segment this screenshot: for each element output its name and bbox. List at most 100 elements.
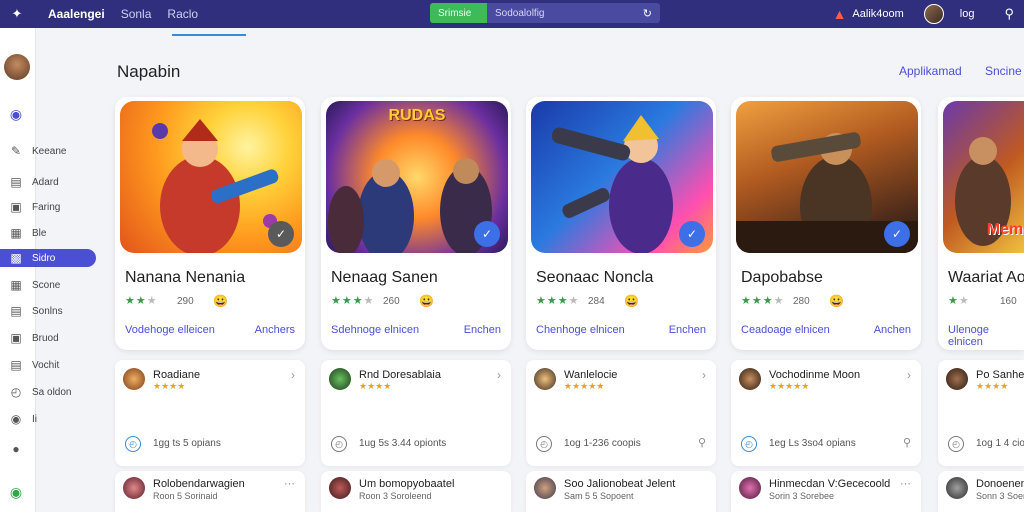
avatar[interactable] <box>534 477 556 499</box>
sidebar-item-9[interactable]: Vochit <box>32 360 59 371</box>
avatar[interactable] <box>739 368 761 390</box>
game-category[interactable]: Chenhoge elnicen <box>536 324 625 336</box>
review-name[interactable]: Hinmecdan V:Gececoold <box>769 478 890 490</box>
avatar[interactable] <box>534 368 556 390</box>
clock-icon: ◴ <box>331 436 347 452</box>
review-name[interactable]: Um bomopyobaatel <box>359 478 454 490</box>
game-action[interactable]: Anchen <box>874 324 911 336</box>
chevron-right-icon[interactable]: › <box>907 368 911 382</box>
logo-icon[interactable]: ✦ <box>0 0 34 28</box>
game-card[interactable]: ✓ Seonaac Noncla ★★★★ 284 😀 Chenhoge eln… <box>526 97 716 350</box>
link-sncine[interactable]: Sncine <box>985 64 1022 78</box>
clock-icon: ◴ <box>741 436 757 452</box>
login-link[interactable]: log <box>960 8 975 20</box>
avatar[interactable] <box>946 477 968 499</box>
link-applikamad[interactable]: Applikamad <box>899 64 962 78</box>
game-card[interactable]: ✓ Dapobabse ★★★★ 280 😀 Ceadoage elnicen … <box>731 97 921 350</box>
profile-card[interactable]: Po Sanhe ★★★★ ◴ 1og 1 4 cions <box>938 360 1024 466</box>
review-card[interactable]: Um bomopyobaatel Roon 3 Soroleend <box>321 471 511 512</box>
more-icon[interactable]: ⋯ <box>900 477 911 490</box>
smile-icon: 😀 <box>419 294 434 308</box>
game-card[interactable]: Mem Waariat Aoo ★★ 160 Ulenoge elnicen <box>938 97 1024 350</box>
refresh-icon[interactable]: ↻ <box>643 7 652 20</box>
sidebar-item-6[interactable]: Scone <box>32 280 60 291</box>
avatar[interactable] <box>946 368 968 390</box>
whatsapp-icon[interactable]: ◉ <box>8 484 24 500</box>
chevron-right-icon[interactable]: › <box>291 368 295 382</box>
profile-card[interactable]: Roadiane ★★★★ › ◴ 1gg ts 5 opians <box>115 360 305 466</box>
sidebar-item-10[interactable]: Sa oldon <box>32 387 71 398</box>
brand-name[interactable]: Aaalengei <box>48 7 105 21</box>
sidebar-item-2[interactable]: Adard <box>32 177 59 188</box>
chevron-right-icon[interactable]: › <box>497 368 501 382</box>
game-category[interactable]: Ceadoage elnicen <box>741 324 830 336</box>
sidebar-item-8[interactable]: Bruod <box>32 333 59 344</box>
avatar[interactable] <box>123 477 145 499</box>
sidebar-item-4[interactable]: Ble <box>32 228 46 239</box>
sidebar-item-7[interactable]: Sonlns <box>32 306 63 317</box>
more-icon[interactable]: ⋯ <box>284 477 295 490</box>
chevron-right-icon[interactable]: › <box>702 368 706 382</box>
game-category[interactable]: Vodehoge elleicen <box>125 324 215 336</box>
game-category[interactable]: Ulenoge elnicen <box>948 324 1024 348</box>
review-card[interactable]: Donoenen Sonn 3 Soen <box>938 471 1024 512</box>
sidebar-item-1[interactable]: Keeane <box>32 146 66 157</box>
game-title: Seonaac Noncla <box>536 269 654 286</box>
game-art[interactable]: ✓ <box>736 101 918 253</box>
review-name[interactable]: Rolobendarwagien <box>153 478 245 490</box>
profile-name[interactable]: Rnd Doresablaia <box>359 369 441 381</box>
sidebar-item-3[interactable]: Faring <box>32 202 60 213</box>
discord-icon[interactable]: ◉ <box>8 106 24 122</box>
nav-link-1[interactable]: Sonla <box>121 7 152 21</box>
profile-name[interactable]: Roadiane <box>153 369 200 381</box>
search-input[interactable]: Sodoalolfig <box>495 8 643 19</box>
game-art[interactable]: ✓ <box>531 101 713 253</box>
profile-card[interactable]: Vochodinme Moon ★★★★★ › ◴ 1eg Ls 3so4 op… <box>731 360 921 466</box>
game-action[interactable]: Anchers <box>255 324 295 336</box>
profile-name[interactable]: Wanlelocie <box>564 369 617 381</box>
sidebar-item-5[interactable]: Sidro <box>32 253 55 264</box>
user-name[interactable]: Aalik4oom <box>852 8 903 20</box>
nav-link-2[interactable]: Raclo <box>167 7 198 21</box>
search-chip[interactable]: Srimsie <box>430 3 487 23</box>
avatar[interactable] <box>329 368 351 390</box>
profile-name[interactable]: Vochodinme Moon <box>769 369 860 381</box>
check-icon[interactable]: ✓ <box>884 221 910 247</box>
profile-stat: 1og 1-236 coopis <box>564 438 641 449</box>
review-card[interactable]: Hinmecdan V:Gececoold Sorin 3 Sorebee ⋯ <box>731 471 921 512</box>
check-icon[interactable]: ✓ <box>679 221 705 247</box>
game-art[interactable]: Mem <box>943 101 1024 253</box>
game-art[interactable]: ✓ <box>120 101 302 253</box>
profile-name[interactable]: Po Sanhe <box>976 369 1024 381</box>
search-bar[interactable]: Srimsie Sodoalolfig ↻ <box>430 3 660 23</box>
pin-icon: ✎ <box>10 144 22 158</box>
check-icon[interactable]: ✓ <box>474 221 500 247</box>
game-category[interactable]: Sdehnoge elnicen <box>331 324 419 336</box>
search-icon[interactable]: ⚲ <box>698 436 706 449</box>
search-icon[interactable]: ⚲ <box>1004 6 1014 22</box>
info-icon[interactable]: ● <box>8 441 24 457</box>
review-name[interactable]: Donoenen <box>976 478 1024 490</box>
profile-card[interactable]: Rnd Doresablaia ★★★★ › ◴ 1ug 5s 3.44 opi… <box>321 360 511 466</box>
avatar[interactable] <box>123 368 145 390</box>
avatar[interactable] <box>739 477 761 499</box>
review-name[interactable]: Soo Jalionobeat Jelent <box>564 478 675 490</box>
sidebar-item-11[interactable]: Ii <box>32 414 37 425</box>
rocket-icon[interactable]: ▲ <box>833 6 847 22</box>
image-icon: ▦ <box>10 226 22 240</box>
smile-icon: 😀 <box>829 294 844 308</box>
game-action[interactable]: Enchen <box>464 324 501 336</box>
game-card[interactable]: ✓ Nanana Nenania ★★★ 290 😀 Vodehoge elle… <box>115 97 305 350</box>
game-art[interactable]: RUDAS ✓ <box>326 101 508 253</box>
smile-icon: 😀 <box>624 294 639 308</box>
profile-card[interactable]: Wanlelocie ★★★★★ › ◴ 1og 1-236 coopis ⚲ <box>526 360 716 466</box>
avatar[interactable] <box>329 477 351 499</box>
search-icon[interactable]: ⚲ <box>903 436 911 449</box>
review-card[interactable]: Soo Jalionobeat Jelent Sam 5 5 Sopoent <box>526 471 716 512</box>
game-action[interactable]: Enchen <box>669 324 706 336</box>
game-card[interactable]: RUDAS ✓ Nenaag Sanen ★★★★ 260 😀 Sdehnoge… <box>321 97 511 350</box>
avatar[interactable] <box>923 4 944 24</box>
review-card[interactable]: Rolobendarwagien Roon 5 Sorinaid ⋯ <box>115 471 305 512</box>
check-icon[interactable]: ✓ <box>268 221 294 247</box>
sidebar-avatar[interactable] <box>4 54 30 80</box>
